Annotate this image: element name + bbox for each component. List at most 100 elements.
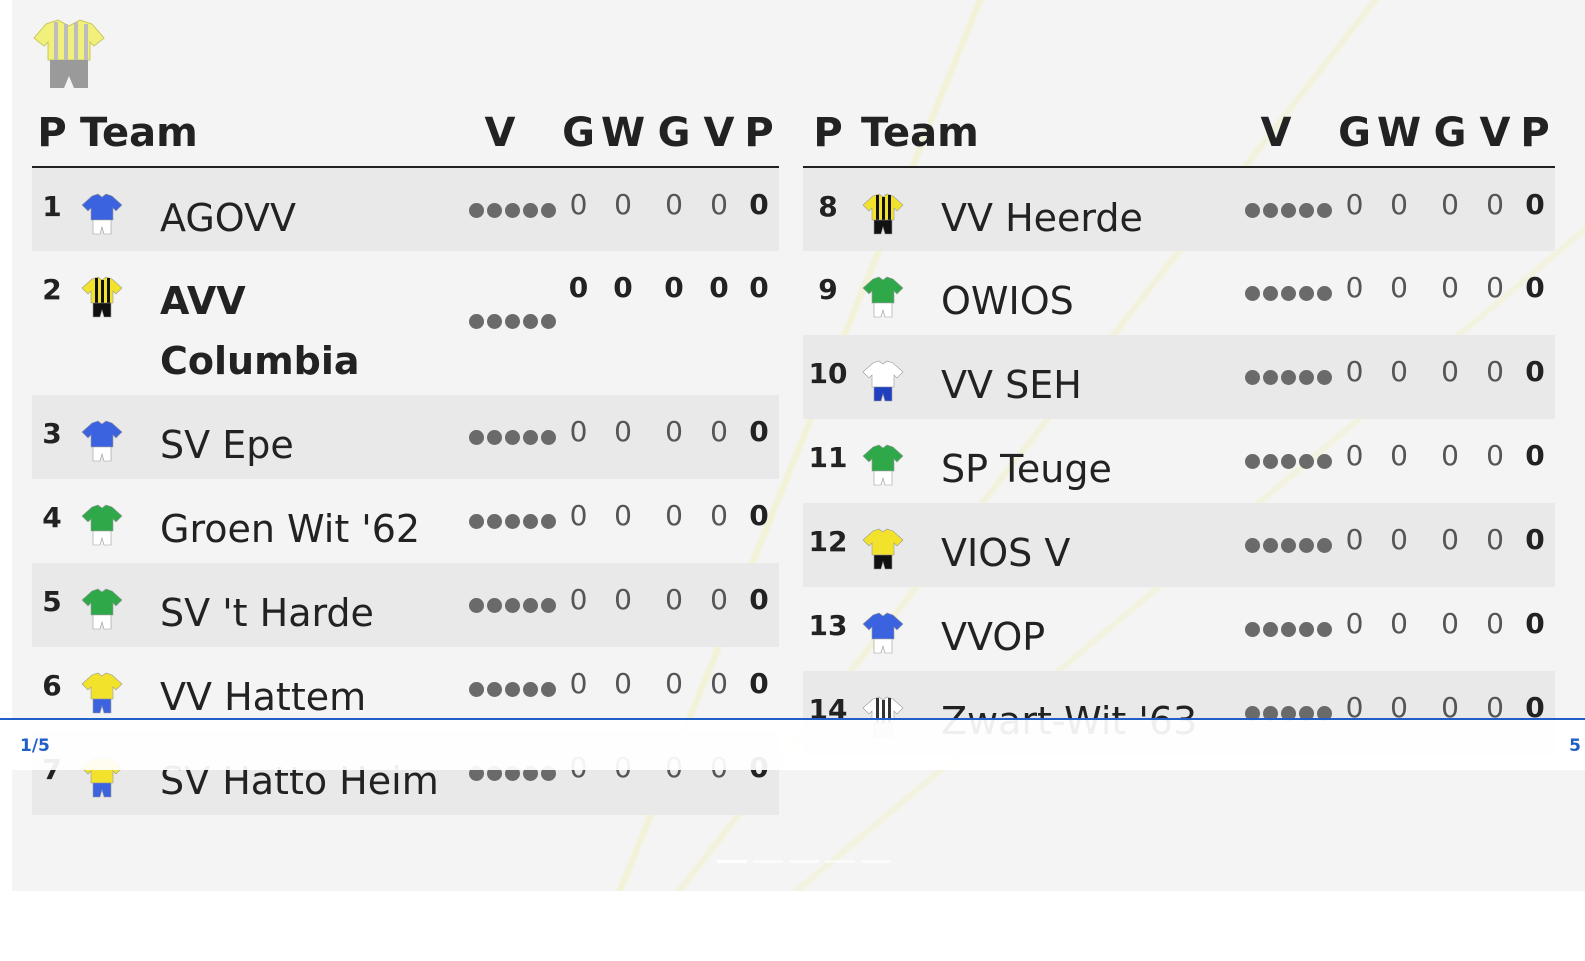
table-row[interactable]: 5 SV 't Harde 0 0 0 0 0	[32, 563, 779, 647]
team-position: 13	[808, 609, 848, 642]
form-dot	[541, 203, 556, 218]
form-dot	[1317, 538, 1332, 553]
table-row[interactable]: 4 Groen Wit '62 0 0 0 0 0	[32, 479, 779, 563]
recent-form	[469, 682, 556, 697]
table-row[interactable]: 1 AGOVV 0 0 0 0 0	[32, 167, 779, 251]
slide-dot[interactable]	[753, 860, 783, 863]
form-dot	[541, 314, 556, 329]
team-cell[interactable]: VIOS V	[853, 503, 1216, 587]
striped-kit-icon	[33, 19, 105, 88]
team-name[interactable]: VV Hattem	[72, 647, 440, 727]
team-name[interactable]: Groen Wit '62	[72, 479, 440, 559]
team-cell[interactable]: AGOVV	[72, 167, 440, 251]
team-cell[interactable]: SP Teuge	[853, 419, 1216, 503]
form-cell	[1216, 251, 1336, 335]
team-position: 5	[32, 563, 72, 647]
slide-dot[interactable]	[861, 860, 891, 863]
team-cell[interactable]: Groen Wit '62	[72, 479, 440, 563]
shirt-yellow-black-stripes-icon	[81, 276, 123, 318]
team-name[interactable]: VVOP	[853, 587, 1216, 667]
form-dot	[1299, 203, 1314, 218]
form-cell	[1216, 167, 1336, 251]
games-lost: 0	[709, 271, 729, 304]
form-dot	[1281, 454, 1296, 469]
games-played: 0	[569, 499, 588, 532]
shirt-green-icon	[862, 276, 904, 318]
shirt-white-blue-icon	[862, 360, 904, 402]
team-cell[interactable]: VVOP	[853, 587, 1216, 671]
table-header: P Team V G W G V P	[803, 100, 1555, 168]
form-dot	[1317, 622, 1332, 637]
team-name[interactable]: AGOVV	[72, 168, 440, 248]
header-lost: V	[699, 100, 739, 168]
table-row[interactable]: 12 VIOS V00000	[803, 503, 1555, 587]
form-cell	[1216, 587, 1336, 671]
form-cell	[1216, 419, 1336, 503]
team-position: 12	[803, 503, 853, 587]
slide-dot[interactable]	[825, 860, 855, 863]
slide-dot[interactable]	[717, 860, 747, 863]
form-dot	[1281, 370, 1296, 385]
team-cell[interactable]: VV Heerde	[853, 167, 1216, 251]
form-dot	[505, 314, 520, 329]
team-points: 0	[739, 563, 779, 647]
games-lost: 0	[699, 563, 739, 647]
header-team: Team	[853, 100, 1216, 168]
recent-form	[1245, 370, 1332, 385]
team-name[interactable]: VIOS V	[853, 503, 1216, 583]
games-won: 0	[1373, 335, 1425, 419]
games-drawn: 0	[1425, 503, 1475, 587]
games-drawn: 0	[665, 499, 683, 532]
team-name[interactable]: SP Teuge	[853, 419, 1216, 499]
form-dot	[541, 682, 556, 697]
team-name[interactable]: VV SEH	[853, 335, 1216, 415]
team-name[interactable]: SV 't Harde	[72, 563, 440, 643]
games-played: 0	[1345, 271, 1364, 304]
table-row[interactable]: 13 VVOP 0 0 0 0 0	[803, 587, 1555, 671]
table-row[interactable]: 8 VV Heerde 0 0 0 0 0	[803, 167, 1555, 251]
team-cell[interactable]: VV SEH	[853, 335, 1216, 419]
team-name[interactable]: VV Heerde	[853, 168, 1216, 248]
form-dot	[469, 203, 484, 218]
team-name[interactable]: OWIOS	[853, 251, 1216, 331]
games-played: 0	[1336, 335, 1373, 419]
table-row[interactable]: 3 SV Epe 0 0 0 0 0	[32, 395, 779, 479]
games-won: 0	[1390, 607, 1408, 640]
form-dot	[469, 682, 484, 697]
table-row[interactable]: 9 OWIOS 0 0 0 0 0	[803, 251, 1555, 335]
header-drawn: G	[1425, 100, 1475, 168]
form-dot	[1263, 622, 1278, 637]
table-row[interactable]: 2 AVV Columbia 0 0 0 0 0	[32, 251, 779, 395]
form-dot	[487, 682, 502, 697]
form-cell	[440, 251, 560, 395]
form-dot	[1263, 538, 1278, 553]
form-dot	[1281, 538, 1296, 553]
form-dot	[469, 430, 484, 445]
games-lost: 0	[699, 167, 739, 251]
team-cell[interactable]: SV Epe	[72, 395, 440, 479]
table-row[interactable]: 11 SP Teuge 0 0 0 0 0	[803, 419, 1555, 503]
form-dot	[1281, 622, 1296, 637]
team-cell[interactable]: SV 't Harde	[72, 563, 440, 647]
page-total: 5	[1569, 736, 1581, 756]
form-cell	[440, 563, 560, 647]
games-won: 0	[1373, 503, 1425, 587]
form-dot	[1245, 370, 1260, 385]
header-won: W	[1373, 100, 1425, 168]
team-points: 0	[1515, 503, 1555, 587]
team-cell[interactable]: OWIOS	[853, 251, 1216, 335]
team-name[interactable]: AVV Columbia	[72, 251, 440, 391]
games-lost: 0	[710, 499, 728, 532]
team-name[interactable]: SV Epe	[72, 395, 440, 475]
form-dot	[541, 598, 556, 613]
table-row[interactable]: 10 VV SEH 0 0 0 0 0	[803, 335, 1555, 419]
form-dot	[1245, 203, 1260, 218]
team-cell[interactable]: AVV Columbia	[72, 251, 440, 395]
team-position: 1	[32, 167, 72, 251]
slide-dot[interactable]	[789, 860, 819, 863]
games-lost: 0	[1475, 503, 1515, 587]
games-drawn: 0	[1441, 439, 1459, 472]
table-header: P Team V G W G V P	[32, 100, 779, 168]
team-position: 3	[32, 395, 72, 479]
form-dot	[1317, 286, 1332, 301]
